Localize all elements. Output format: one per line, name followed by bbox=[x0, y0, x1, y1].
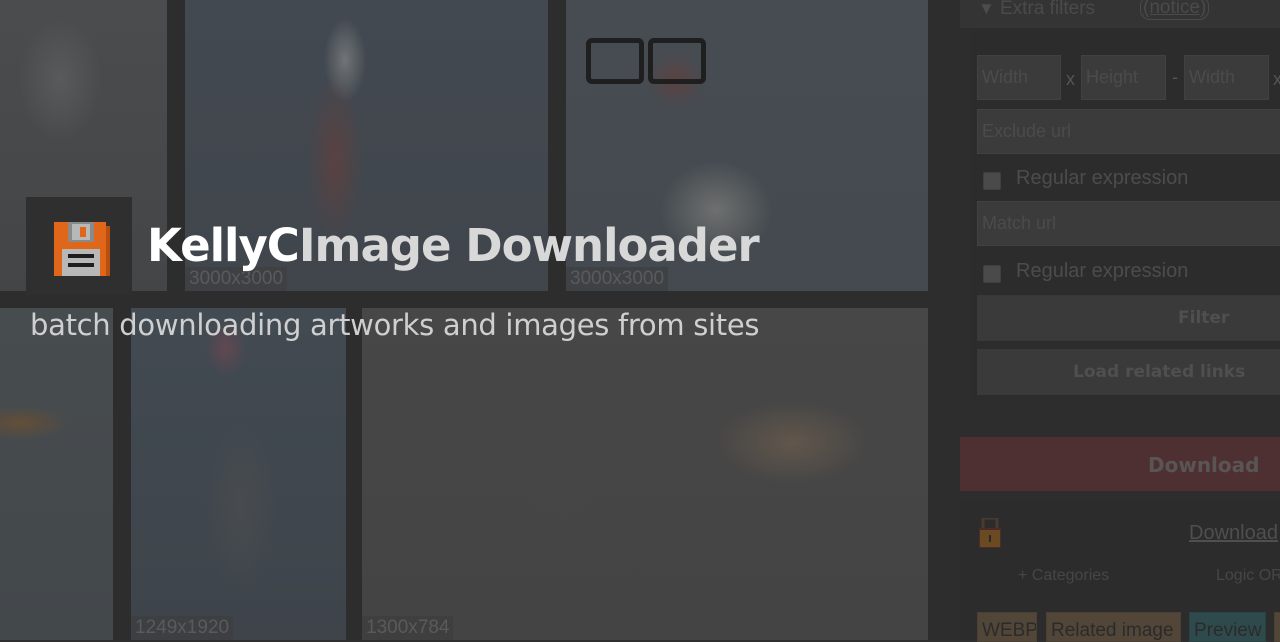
artwork-thumbnail bbox=[362, 308, 928, 640]
max-width-input[interactable]: Width bbox=[1184, 55, 1269, 100]
floppy-disk-icon bbox=[54, 222, 110, 276]
match-url-input[interactable]: Match url bbox=[977, 201, 1280, 246]
min-width-input[interactable]: Width bbox=[977, 55, 1061, 100]
exclude-url-input[interactable]: Exclude url bbox=[977, 109, 1280, 154]
download-button[interactable]: Download bbox=[960, 437, 1280, 491]
app-logo bbox=[26, 197, 132, 295]
image-size-label: 1300x784 bbox=[362, 616, 454, 640]
gallery-image[interactable]: 1300x784 bbox=[362, 308, 928, 640]
x-separator: x bbox=[1066, 69, 1075, 89]
x-separator: x bbox=[1273, 69, 1280, 89]
category-tag[interactable] bbox=[1274, 612, 1280, 642]
category-tag-preview[interactable]: Preview bbox=[1189, 612, 1266, 642]
lock-icon[interactable] bbox=[979, 518, 1001, 548]
range-separator: - bbox=[1172, 67, 1178, 87]
triangle-down-icon: ▼ bbox=[978, 0, 995, 18]
logic-toggle[interactable]: Logic OR bbox=[1216, 567, 1280, 585]
category-tag-related-image[interactable]: Related image bbox=[1046, 612, 1181, 642]
artwork-thumbnail bbox=[0, 308, 113, 640]
category-tag-webp[interactable]: WEBP bbox=[977, 612, 1037, 642]
download-link[interactable]: Download bbox=[1189, 522, 1278, 545]
extra-filters-toggle[interactable]: ▼ Extra filters (notice) bbox=[960, 0, 1280, 28]
gallery-image[interactable] bbox=[0, 308, 113, 640]
min-height-input[interactable]: Height bbox=[1081, 55, 1166, 100]
app-tagline: batch downloading artworks and images fr… bbox=[30, 308, 760, 342]
add-categories-link[interactable]: + Categories bbox=[1018, 567, 1109, 585]
notice-link[interactable]: (notice) bbox=[1140, 0, 1210, 20]
image-size-label: 1249x1920 bbox=[131, 616, 234, 640]
gallery-image[interactable]: 1249x1920 bbox=[131, 308, 346, 640]
app-title: KellyCImage Downloader bbox=[147, 219, 760, 272]
match-regex-checkbox[interactable] bbox=[983, 265, 1001, 283]
artwork-thumbnail bbox=[131, 308, 346, 640]
load-related-links-button[interactable]: Load related links bbox=[977, 349, 1280, 395]
exclude-regex-checkbox[interactable] bbox=[983, 172, 1001, 190]
filter-button[interactable]: Filter bbox=[977, 295, 1280, 341]
